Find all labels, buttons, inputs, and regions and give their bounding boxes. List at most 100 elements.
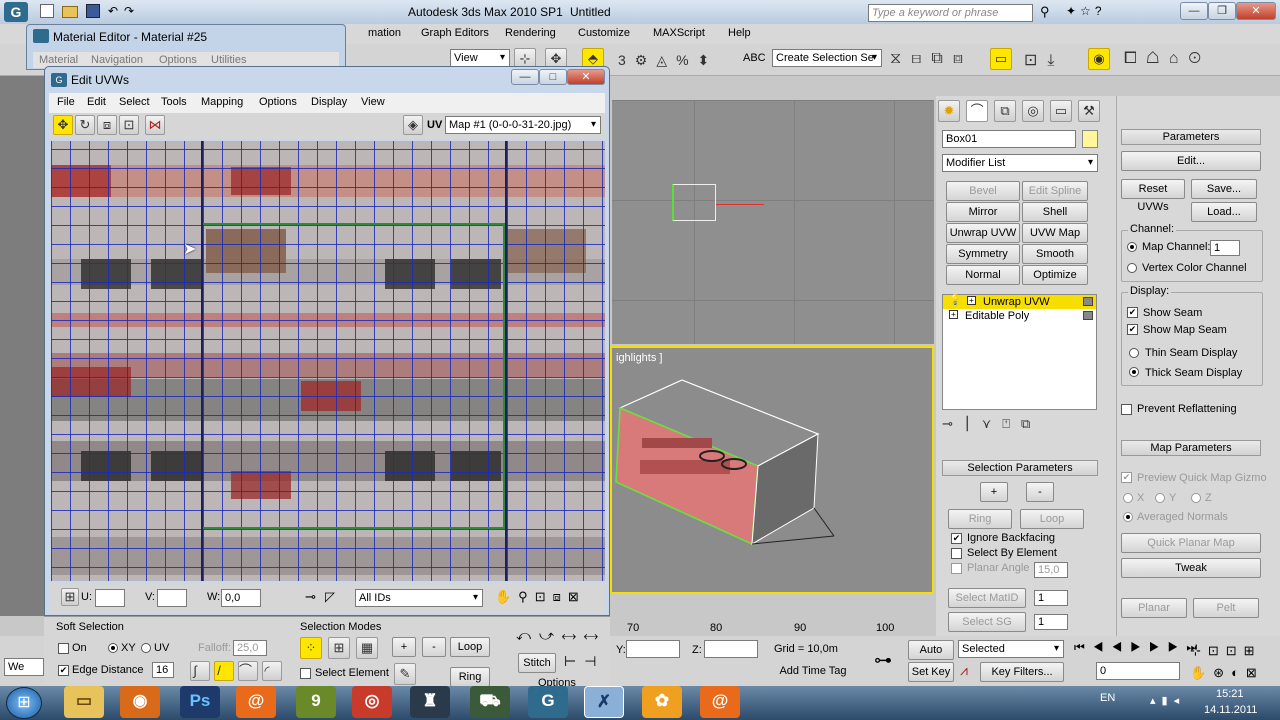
tweak-button[interactable]: Tweak bbox=[1121, 558, 1261, 578]
stack-item-unwrap-uvw[interactable]: 💡 + Unwrap UVW bbox=[943, 295, 1096, 309]
train-taskbar-icon[interactable]: ⛟ bbox=[470, 686, 510, 718]
filter-icon[interactable]: ◸ bbox=[325, 589, 335, 605]
pin-stack-icon[interactable]: ⊸ bbox=[942, 416, 964, 431]
butterfly-taskbar-icon[interactable]: ✿ bbox=[642, 686, 682, 718]
fast-out-falloff-icon[interactable]: ◜ bbox=[262, 661, 282, 681]
mail-taskbar-icon[interactable]: @ bbox=[236, 686, 276, 718]
select-element-checkbox[interactable] bbox=[300, 668, 311, 679]
binoculars-icon[interactable]: ⚲ bbox=[1040, 4, 1050, 20]
preview-gizmo-checkbox[interactable]: ✔ bbox=[1121, 472, 1132, 483]
app-taskbar-icon[interactable]: 9 bbox=[296, 686, 336, 718]
undo-icon[interactable]: ↶ bbox=[108, 4, 118, 18]
unwrap-uvw-button[interactable]: Unwrap UVW bbox=[946, 223, 1020, 243]
clock-time[interactable]: 15:21 bbox=[1216, 688, 1244, 700]
minimize-button[interactable]: — bbox=[1180, 2, 1208, 20]
show-end-result-icon[interactable]: ⎮ bbox=[964, 416, 982, 431]
hierarchy-tab-icon[interactable]: ⧉ bbox=[994, 100, 1016, 122]
lock-selection-icon[interactable]: ⊸ bbox=[305, 589, 316, 605]
mirror-align-icons[interactable]: ⧖⊟⧉⧈ bbox=[890, 50, 973, 68]
y-coord-input[interactable] bbox=[626, 640, 680, 658]
save-uvw-button[interactable]: Save... bbox=[1191, 179, 1257, 199]
edit-named-selection-icon[interactable]: ABC bbox=[743, 52, 766, 64]
ignore-backfacing-checkbox[interactable]: ✔ bbox=[951, 533, 962, 544]
averaged-normals-radio[interactable] bbox=[1123, 512, 1133, 522]
uvw-menu-select[interactable]: Select bbox=[119, 96, 150, 108]
current-frame-input[interactable]: 0 bbox=[1096, 662, 1180, 680]
set-key-lock-icon[interactable]: ⊶ bbox=[874, 650, 892, 671]
optimize-button[interactable]: Optimize bbox=[1022, 265, 1088, 285]
language-indicator[interactable]: EN bbox=[1100, 692, 1115, 704]
uvw-menu-tools[interactable]: Tools bbox=[161, 96, 187, 108]
redo-icon[interactable]: ↷ bbox=[124, 4, 134, 18]
uvw-close-button[interactable]: ✕ bbox=[567, 69, 605, 85]
edge-mode-icon[interactable]: ⊞ bbox=[328, 637, 350, 659]
mirror-button[interactable]: Mirror bbox=[946, 202, 1020, 222]
stitch-button[interactable]: Stitch bbox=[518, 653, 556, 673]
sg-input[interactable]: 1 bbox=[1034, 614, 1068, 630]
playback-controls[interactable]: ⏮◀◀▶▶▶⏭ bbox=[1074, 640, 1204, 658]
planar-angle-input[interactable]: 15,0 bbox=[1034, 562, 1068, 578]
edge-distance-checkbox[interactable]: ✔ bbox=[58, 665, 69, 676]
welcome-input[interactable]: We bbox=[4, 658, 44, 676]
paint-select-icon[interactable]: ✎ bbox=[394, 663, 416, 685]
perspective-viewport[interactable]: ighlights ] bbox=[610, 346, 934, 594]
vertex-mode-icon[interactable]: ⁘ bbox=[300, 637, 322, 659]
linear-falloff-icon[interactable]: / bbox=[214, 661, 234, 681]
make-unique-icon[interactable]: ⋎ bbox=[982, 416, 1003, 431]
modify-tab-icon[interactable]: ⌒ bbox=[966, 100, 988, 122]
me-menu-material[interactable]: Material bbox=[39, 54, 78, 66]
map-select[interactable]: Map #1 (0-0-0-31-20.jpg) bbox=[445, 116, 601, 134]
start-button-icon[interactable]: ⊞ bbox=[6, 687, 42, 719]
menu-maxscript[interactable]: MAXScript bbox=[653, 27, 705, 39]
thin-seam-radio[interactable] bbox=[1129, 348, 1139, 358]
create-tab-icon[interactable]: ✹ bbox=[938, 100, 960, 122]
v-input[interactable] bbox=[157, 589, 187, 607]
configure-sets-icon[interactable]: ⧉ bbox=[1021, 416, 1041, 431]
menu-graph-editors[interactable]: Graph Editors bbox=[421, 27, 489, 39]
soft-xy-radio[interactable] bbox=[108, 643, 118, 653]
ring-button[interactable]: Ring bbox=[450, 667, 490, 687]
add-time-tag-button[interactable]: Add Time Tag bbox=[770, 662, 856, 682]
menu-rendering[interactable]: Rendering bbox=[505, 27, 556, 39]
chrome-taskbar-icon[interactable]: ◎ bbox=[352, 686, 392, 718]
object-name-input[interactable]: Box01 bbox=[942, 130, 1076, 148]
face-mode-icon[interactable]: ▦ bbox=[356, 637, 378, 659]
search-input[interactable]: Type a keyword or phrase bbox=[868, 4, 1033, 22]
material-editor-icon[interactable]: ◉ bbox=[1088, 48, 1110, 70]
edit-spline-button[interactable]: Edit Spline bbox=[1022, 181, 1088, 201]
map-channel-radio[interactable] bbox=[1127, 242, 1137, 252]
uv-canvas[interactable]: ➤ bbox=[51, 141, 605, 581]
remove-modifier-icon[interactable]: ⍞ bbox=[1002, 416, 1021, 431]
show-map-icon[interactable]: ◈ bbox=[403, 115, 423, 135]
lightbulb-icon[interactable]: 💡 bbox=[949, 295, 961, 306]
photoshop-taskbar-icon[interactable]: Ps bbox=[180, 686, 220, 718]
game-taskbar-icon[interactable]: ♜ bbox=[410, 686, 450, 718]
me-menu-utilities[interactable]: Utilities bbox=[211, 54, 246, 66]
smooth-falloff-icon[interactable]: ∫ bbox=[190, 661, 210, 681]
shell-button[interactable]: Shell bbox=[1022, 202, 1088, 222]
shrink-selection-button[interactable]: - bbox=[1026, 482, 1054, 502]
bevel-button[interactable]: Bevel bbox=[946, 181, 1020, 201]
edit-uvw-button[interactable]: Edit... bbox=[1121, 151, 1261, 171]
mirror-tool-icon[interactable]: ⋈ bbox=[145, 115, 165, 135]
planar-angle-checkbox[interactable] bbox=[951, 563, 962, 574]
uvw-menu-options[interactable]: Options bbox=[259, 96, 297, 108]
uvw-menu-view[interactable]: View bbox=[361, 96, 385, 108]
select-matid-button[interactable]: Select MatID bbox=[948, 588, 1026, 608]
expand-icon[interactable]: + bbox=[949, 310, 958, 319]
load-uvw-button[interactable]: Load... bbox=[1191, 202, 1257, 222]
planar-button[interactable]: Planar bbox=[1121, 598, 1187, 618]
loop-selection-button[interactable]: Loop bbox=[1020, 509, 1084, 529]
uvw-maximize-button[interactable]: □ bbox=[539, 69, 567, 85]
show-seam-checkbox[interactable]: ✔ bbox=[1127, 307, 1138, 318]
falloff-input[interactable]: 25,0 bbox=[233, 640, 267, 656]
layer-manager-icon[interactable]: ▭ bbox=[990, 48, 1012, 70]
reference-coord-select[interactable]: View bbox=[450, 49, 510, 67]
key-filters-button[interactable]: Key Filters... bbox=[980, 662, 1064, 682]
pelt-button[interactable]: Pelt bbox=[1193, 598, 1259, 618]
normal-button[interactable]: Normal bbox=[946, 265, 1020, 285]
absolute-offset-icon[interactable]: ⊞ bbox=[61, 588, 79, 606]
help-icons[interactable]: ✦☆? bbox=[1066, 4, 1106, 18]
grow-selection-button[interactable]: + bbox=[980, 482, 1008, 502]
weld-icons[interactable]: ⊢⊣ bbox=[564, 653, 604, 670]
